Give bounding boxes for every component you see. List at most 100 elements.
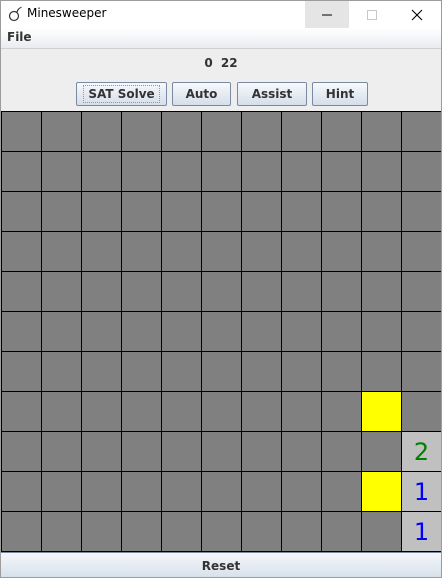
hidden-cell[interactable] — [42, 352, 81, 391]
hidden-cell[interactable] — [82, 472, 121, 511]
hidden-cell[interactable] — [2, 472, 41, 511]
hidden-cell[interactable] — [162, 312, 201, 351]
hidden-cell[interactable] — [82, 352, 121, 391]
hidden-cell[interactable] — [242, 392, 281, 431]
hidden-cell[interactable] — [82, 232, 121, 271]
hidden-cell[interactable] — [322, 352, 361, 391]
hidden-cell[interactable] — [322, 232, 361, 271]
hidden-cell[interactable] — [242, 432, 281, 471]
hidden-cell[interactable] — [42, 472, 81, 511]
hidden-cell[interactable] — [362, 192, 401, 231]
hidden-cell[interactable] — [362, 152, 401, 191]
hidden-cell[interactable] — [282, 112, 321, 151]
hidden-cell[interactable] — [202, 272, 241, 311]
hidden-cell[interactable] — [42, 392, 81, 431]
hidden-cell[interactable] — [162, 112, 201, 151]
hidden-cell[interactable] — [82, 152, 121, 191]
hidden-cell[interactable] — [242, 192, 281, 231]
hidden-cell[interactable] — [242, 232, 281, 271]
hidden-cell[interactable] — [2, 152, 41, 191]
hidden-cell[interactable] — [282, 312, 321, 351]
close-button[interactable] — [395, 1, 439, 28]
reset-button[interactable]: Reset — [1, 552, 441, 577]
hidden-cell[interactable] — [122, 312, 161, 351]
hidden-cell[interactable] — [162, 352, 201, 391]
hidden-cell[interactable] — [122, 112, 161, 151]
hidden-cell[interactable] — [122, 192, 161, 231]
revealed-cell[interactable]: 1 — [402, 472, 441, 511]
hidden-cell[interactable] — [122, 352, 161, 391]
flagged-cell[interactable] — [362, 392, 401, 431]
hidden-cell[interactable] — [42, 112, 81, 151]
hidden-cell[interactable] — [282, 232, 321, 271]
hidden-cell[interactable] — [202, 512, 241, 551]
hidden-cell[interactable] — [242, 112, 281, 151]
hidden-cell[interactable] — [362, 512, 401, 551]
hidden-cell[interactable] — [162, 192, 201, 231]
hidden-cell[interactable] — [122, 232, 161, 271]
hidden-cell[interactable] — [82, 432, 121, 471]
hidden-cell[interactable] — [82, 192, 121, 231]
hidden-cell[interactable] — [402, 112, 441, 151]
hidden-cell[interactable] — [162, 472, 201, 511]
hidden-cell[interactable] — [82, 112, 121, 151]
hidden-cell[interactable] — [82, 512, 121, 551]
hidden-cell[interactable] — [402, 192, 441, 231]
hidden-cell[interactable] — [322, 432, 361, 471]
hidden-cell[interactable] — [282, 472, 321, 511]
hidden-cell[interactable] — [402, 312, 441, 351]
hidden-cell[interactable] — [322, 312, 361, 351]
hidden-cell[interactable] — [242, 312, 281, 351]
hidden-cell[interactable] — [122, 392, 161, 431]
hidden-cell[interactable] — [2, 352, 41, 391]
hidden-cell[interactable] — [122, 152, 161, 191]
revealed-cell[interactable]: 1 — [402, 512, 441, 551]
hidden-cell[interactable] — [82, 392, 121, 431]
title-bar[interactable]: Minesweeper — [1, 1, 441, 28]
hidden-cell[interactable] — [402, 392, 441, 431]
hidden-cell[interactable] — [282, 512, 321, 551]
hidden-cell[interactable] — [2, 112, 41, 151]
hidden-cell[interactable] — [322, 472, 361, 511]
hidden-cell[interactable] — [362, 312, 401, 351]
hidden-cell[interactable] — [42, 432, 81, 471]
revealed-cell[interactable]: 2 — [402, 432, 441, 471]
hidden-cell[interactable] — [162, 232, 201, 271]
minimize-button[interactable] — [305, 1, 349, 28]
hidden-cell[interactable] — [282, 432, 321, 471]
hidden-cell[interactable] — [322, 112, 361, 151]
hidden-cell[interactable] — [202, 232, 241, 271]
hidden-cell[interactable] — [162, 512, 201, 551]
hidden-cell[interactable] — [362, 352, 401, 391]
hidden-cell[interactable] — [362, 432, 401, 471]
hidden-cell[interactable] — [202, 392, 241, 431]
hidden-cell[interactable] — [282, 272, 321, 311]
hidden-cell[interactable] — [42, 152, 81, 191]
hint-button[interactable]: Hint — [312, 82, 368, 106]
assist-button[interactable]: Assist — [237, 82, 307, 106]
hidden-cell[interactable] — [2, 232, 41, 271]
hidden-cell[interactable] — [2, 312, 41, 351]
hidden-cell[interactable] — [122, 432, 161, 471]
auto-button[interactable]: Auto — [172, 82, 231, 106]
hidden-cell[interactable] — [202, 192, 241, 231]
hidden-cell[interactable] — [2, 432, 41, 471]
flagged-cell[interactable] — [362, 472, 401, 511]
hidden-cell[interactable] — [242, 472, 281, 511]
hidden-cell[interactable] — [202, 432, 241, 471]
hidden-cell[interactable] — [202, 472, 241, 511]
maximize-button[interactable] — [350, 1, 394, 28]
hidden-cell[interactable] — [162, 152, 201, 191]
hidden-cell[interactable] — [402, 232, 441, 271]
hidden-cell[interactable] — [202, 152, 241, 191]
hidden-cell[interactable] — [162, 272, 201, 311]
hidden-cell[interactable] — [322, 272, 361, 311]
hidden-cell[interactable] — [122, 472, 161, 511]
hidden-cell[interactable] — [42, 512, 81, 551]
sat-solve-button[interactable]: SAT Solve — [76, 82, 167, 106]
hidden-cell[interactable] — [2, 272, 41, 311]
hidden-cell[interactable] — [322, 512, 361, 551]
hidden-cell[interactable] — [202, 312, 241, 351]
hidden-cell[interactable] — [162, 392, 201, 431]
hidden-cell[interactable] — [202, 112, 241, 151]
